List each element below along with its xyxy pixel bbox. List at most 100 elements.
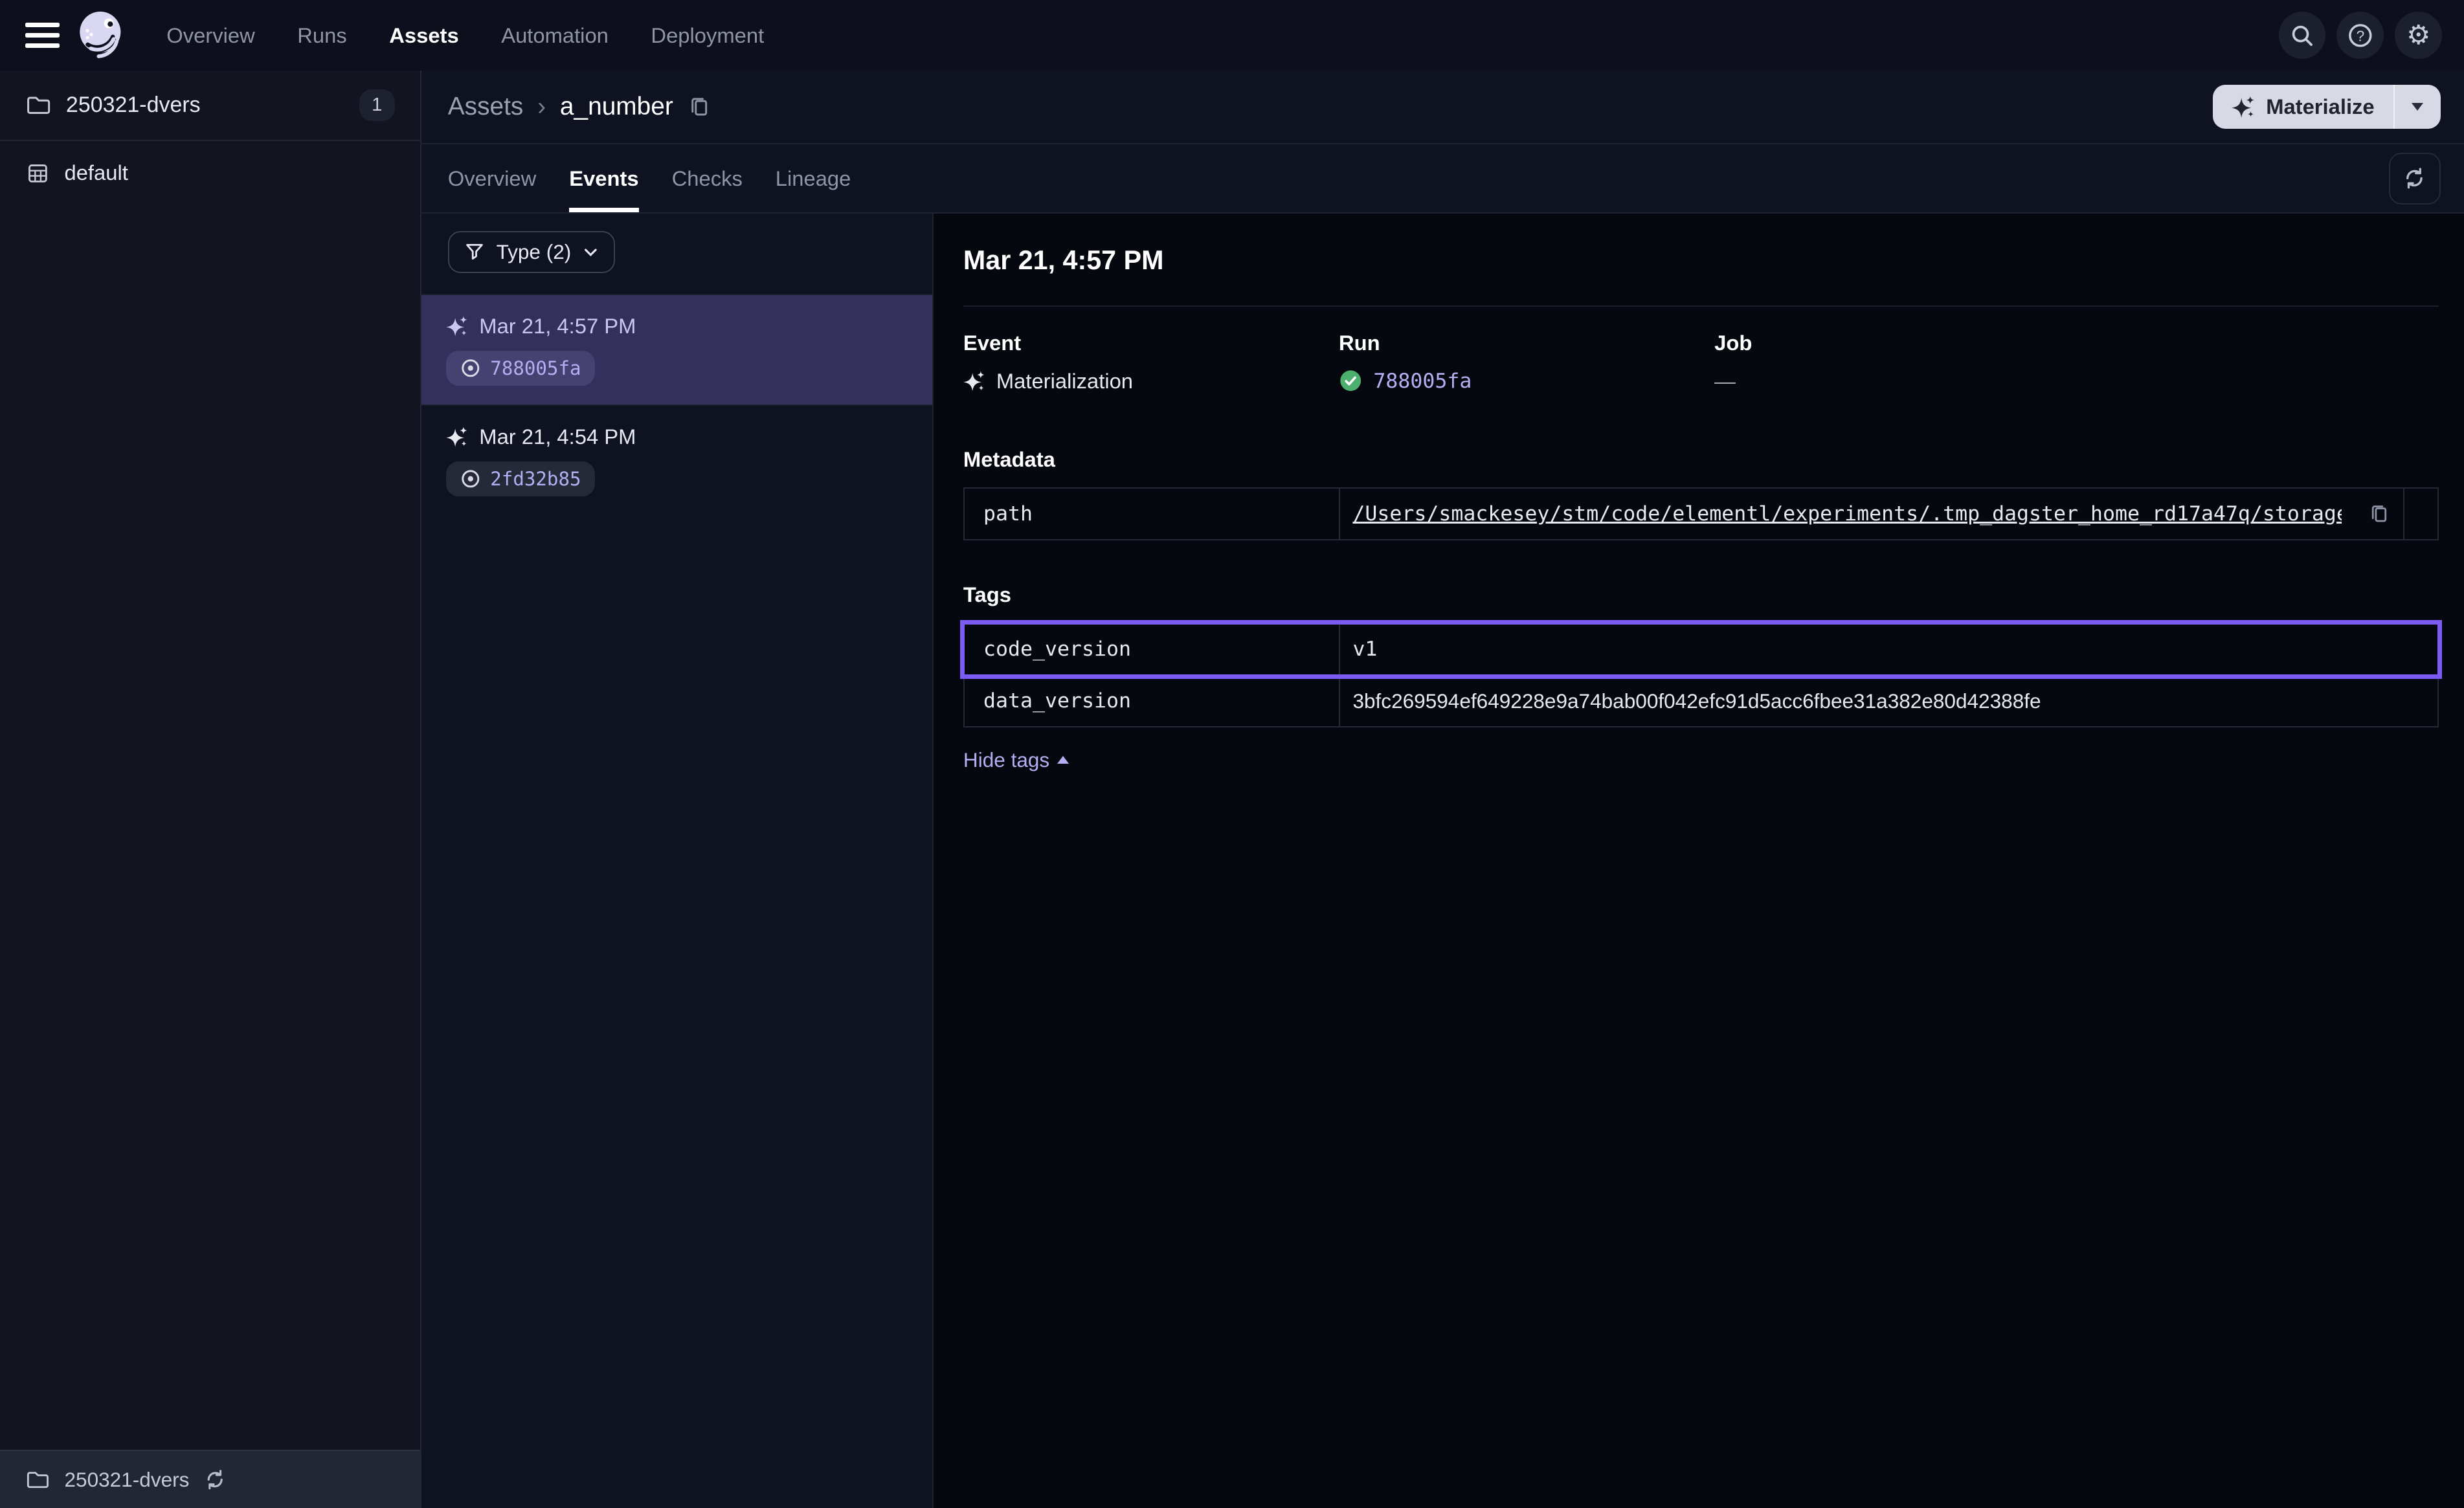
code-location-label: 250321-dvers: [66, 93, 201, 118]
materialize-split-button: Materialize: [2213, 85, 2441, 129]
run-id-pill[interactable]: 2fd32b85: [446, 461, 595, 496]
table-action-cell: [2403, 489, 2437, 539]
metadata-key: path: [965, 489, 1340, 539]
breadcrumb: Assets › a_number: [448, 93, 673, 121]
folder-icon: [25, 1467, 50, 1492]
nav-runs[interactable]: Runs: [297, 23, 346, 48]
main-nav: Overview Runs Assets Automation Deployme…: [166, 23, 764, 48]
event-list-item[interactable]: Mar 21, 4:57 PM 788005fa: [421, 294, 932, 405]
type-filter-button[interactable]: Type (2): [448, 231, 615, 273]
table-row: path /Users/smackesey/stm/code/elementl/…: [965, 489, 2437, 539]
sidebar-spacer: [0, 205, 420, 1450]
path-link[interactable]: /Users/smackesey/stm/code/elementl/exper…: [1352, 502, 2342, 526]
sidebar-item-group-default[interactable]: default: [0, 141, 420, 204]
settings-button[interactable]: ⚙: [2395, 12, 2442, 59]
chevron-down-icon: [2412, 103, 2423, 111]
filter-icon: [464, 241, 486, 263]
asset-group-icon: [25, 161, 50, 186]
tag-key: data_version: [965, 676, 1340, 726]
search-button[interactable]: [2279, 12, 2326, 59]
dagster-logo-icon: [75, 8, 129, 62]
help-button[interactable]: ?: [2336, 12, 2384, 59]
tag-key: code_version: [965, 625, 1340, 675]
metadata-table: path /Users/smackesey/stm/code/elementl/…: [963, 487, 2439, 540]
tab-events[interactable]: Events: [569, 144, 638, 212]
page-title: a_number: [560, 93, 673, 121]
job-value: —: [1714, 369, 1736, 394]
sidebar-item-code-location[interactable]: 250321-dvers 1: [0, 71, 420, 140]
gear-icon: ⚙: [2406, 22, 2430, 49]
copy-icon: [688, 95, 711, 118]
search-icon: [2289, 22, 2315, 49]
table-row-highlighted: code_version v1: [965, 625, 2437, 675]
run-success-icon: [1339, 369, 1362, 392]
tags-section: Tags code_version v1 data_version 3bfc26…: [963, 582, 2439, 773]
chevron-up-icon: [1057, 756, 1069, 764]
event-type-value: Materialization: [996, 369, 1133, 394]
tab-overview[interactable]: Overview: [448, 144, 537, 212]
job-column-label: Job: [1714, 331, 2090, 355]
asset-detail-page: Assets › a_number: [421, 71, 2464, 1508]
event-title: Mar 21, 4:57 PM: [963, 245, 2439, 276]
top-nav-actions: ? ⚙: [2279, 12, 2442, 59]
tab-checks[interactable]: Checks: [672, 144, 743, 212]
breadcrumb-chevron-icon: ›: [537, 93, 546, 121]
materialize-dropdown-button[interactable]: [2393, 85, 2441, 129]
refresh-button[interactable]: [2389, 153, 2441, 205]
tab-lineage[interactable]: Lineage: [776, 144, 851, 212]
copy-path-button[interactable]: [2368, 503, 2390, 525]
asset-sidebar: 250321-dvers 1 default 250321-dvers: [0, 71, 421, 1508]
sparkle-icon: [2232, 95, 2255, 118]
breadcrumb-assets-link[interactable]: Assets: [448, 93, 524, 121]
materialize-label: Materialize: [2266, 94, 2374, 119]
run-id: 788005fa: [490, 357, 581, 379]
run-column-label: Run: [1339, 331, 1714, 355]
help-icon: ?: [2346, 21, 2375, 50]
event-column-label: Event: [963, 331, 1339, 355]
footer-location-label: 250321-dvers: [65, 1468, 190, 1492]
run-link[interactable]: 788005fa: [1373, 370, 1472, 393]
breadcrumb-row: Assets › a_number: [421, 71, 2464, 144]
run-status-icon: [460, 469, 481, 489]
event-list-item[interactable]: Mar 21, 4:54 PM 2fd32b85: [421, 405, 932, 515]
reload-location-button[interactable]: [203, 1468, 227, 1491]
chevron-down-icon: [582, 243, 599, 261]
event-timestamp: Mar 21, 4:57 PM: [479, 314, 636, 338]
divider: [963, 305, 2439, 307]
menu-icon[interactable]: [25, 23, 60, 48]
event-summary: Event Materialization R: [963, 331, 2439, 394]
hide-tags-label: Hide tags: [963, 748, 1049, 772]
tags-heading: Tags: [963, 582, 2439, 607]
asset-tabs: Overview Events Checks Lineage: [448, 144, 851, 212]
svg-text:?: ?: [2356, 27, 2364, 44]
group-label: default: [65, 161, 128, 185]
dagster-app: Overview Runs Assets Automation Deployme…: [0, 0, 2464, 1508]
metadata-heading: Metadata: [963, 447, 2439, 472]
tag-value: 3bfc269594ef649228e9a74bab00f042efc91d5a…: [1352, 689, 2041, 713]
materialize-button[interactable]: Materialize: [2213, 85, 2393, 129]
run-id-pill[interactable]: 788005fa: [446, 351, 595, 385]
nav-automation[interactable]: Automation: [501, 23, 609, 48]
top-nav: Overview Runs Assets Automation Deployme…: [0, 0, 2464, 71]
run-id: 2fd32b85: [490, 468, 581, 490]
copy-asset-name-button[interactable]: [688, 95, 711, 118]
filter-row: Type (2): [421, 214, 932, 293]
tag-value: v1: [1352, 638, 1377, 661]
event-list-panel: Type (2): [421, 214, 934, 1508]
hide-tags-link[interactable]: Hide tags: [963, 748, 1069, 772]
nav-assets[interactable]: Assets: [389, 23, 458, 48]
folder-icon: [25, 92, 52, 118]
metadata-section: Metadata path /Users/smackesey/stm/code/…: [963, 447, 2439, 540]
sync-icon: [203, 1468, 227, 1491]
tabs-row: Overview Events Checks Lineage: [421, 144, 2464, 214]
nav-deployment[interactable]: Deployment: [651, 23, 764, 48]
copy-icon: [2368, 503, 2390, 525]
type-filter-label: Type (2): [497, 240, 572, 264]
nav-overview[interactable]: Overview: [166, 23, 255, 48]
sync-icon: [2402, 166, 2427, 191]
sparkle-icon: [446, 426, 468, 448]
event-timestamp: Mar 21, 4:54 PM: [479, 425, 636, 449]
event-detail-panel: Mar 21, 4:57 PM Event Materi: [934, 214, 2464, 1508]
run-status-icon: [460, 358, 481, 379]
tags-table: code_version v1 data_version 3bfc269594e…: [963, 623, 2439, 727]
